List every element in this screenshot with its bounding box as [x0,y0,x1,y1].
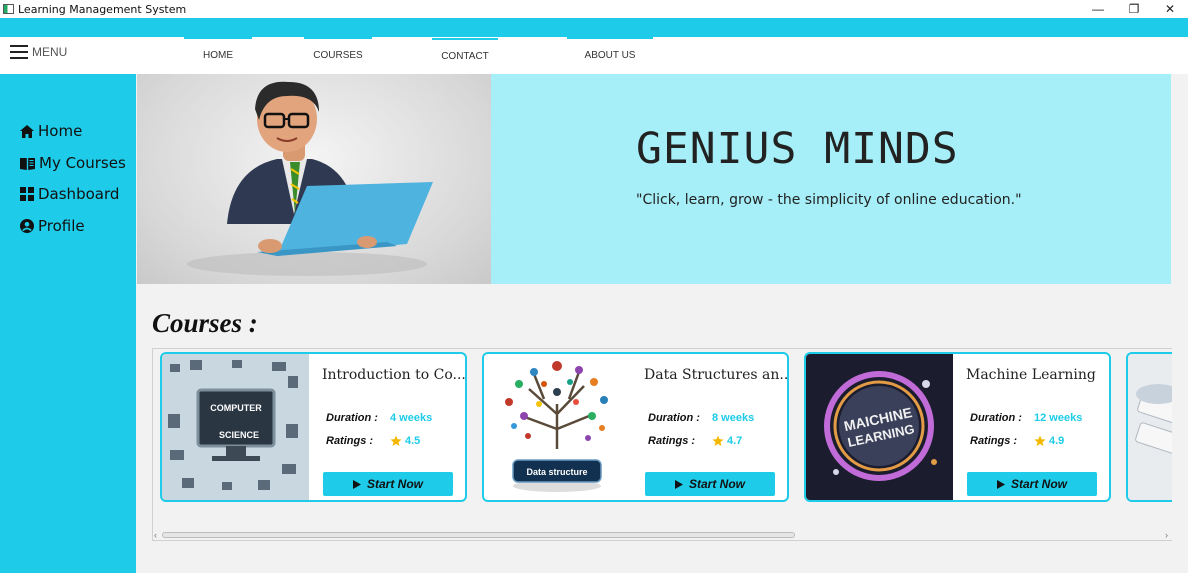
start-now-button[interactable]: Start Now [323,472,453,496]
course-card[interactable]: Data structure Data Structures an... Dur… [482,352,789,502]
sidebar-item-profile[interactable]: Profile [20,217,85,235]
hamburger-icon [10,45,28,59]
sidebar: Home My Courses Dashboard Profile [0,74,136,573]
student-laptop-illustration [187,81,433,276]
nav-home[interactable]: HOME [184,37,252,74]
duration-value: 8 weeks [712,412,755,424]
hero-tagline: "Click, learn, grow - the simplicity of … [636,192,1022,208]
course-image-machine-learning: MAICHINE LEARNING [806,354,953,500]
start-now-label: Start Now [1010,477,1067,491]
hero-banner: GENIUS MINDS "Click, learn, grow - the s… [491,74,1171,284]
play-icon [352,479,361,489]
rating-value: 4.9 [1049,435,1065,447]
star-icon [712,435,724,446]
duration-label: Duration : [326,412,378,424]
home-icon [20,124,34,138]
window-titlebar: Learning Management System — ❐ ✕ [0,0,1188,18]
nav-courses[interactable]: COURSES [304,37,372,74]
scrollbar-thumb[interactable] [162,532,795,538]
star-icon [390,435,402,446]
window-title: Learning Management System [18,2,187,16]
course-title: Data Structures an... [644,367,789,383]
book-icon [20,157,35,170]
app-icon [3,4,14,14]
header-band [0,18,1188,37]
ratings-label: Ratings : [648,435,696,447]
duration-value: 12 weeks [1034,412,1083,424]
window-controls: — ❐ ✕ [1080,0,1188,18]
course-image-text: Data structure [526,467,587,477]
top-nav: MENU HOME COURSES CONTACT ABOUT US [0,37,1188,74]
courses-heading: Courses : [152,308,258,338]
course-rating-row: Ratings : 4.7 [648,435,742,447]
rating-value: 4.7 [727,435,743,447]
sidebar-item-label: Dashboard [38,185,120,203]
course-image-computer-science: COMPUTER SCIENCE [162,354,309,500]
course-image-data-structure: Data structure [484,354,631,500]
course-duration-row: Duration : 4 weeks [326,412,432,424]
course-rating-row: Ratings : 4.5 [326,435,420,447]
start-now-label: Start Now [366,477,423,491]
start-now-button[interactable]: Start Now [645,472,775,496]
ratings-label: Ratings : [326,435,374,447]
scroll-right-icon[interactable]: › [1165,530,1168,540]
menu-button[interactable]: MENU [10,45,67,59]
duration-value: 4 weeks [390,412,433,424]
rating-value: 4.5 [405,435,421,447]
minimize-button[interactable]: — [1080,0,1116,18]
course-image-programming [1128,354,1172,500]
start-now-button[interactable]: Start Now [967,472,1097,496]
start-now-label: Start Now [688,477,745,491]
course-image-text: SCIENCE [219,430,259,440]
sidebar-item-my-courses[interactable]: My Courses [20,154,126,172]
close-button[interactable]: ✕ [1152,0,1188,18]
restore-button[interactable]: ❐ [1116,0,1152,18]
course-duration-row: Duration : 8 weeks [648,412,754,424]
nav-contact[interactable]: CONTACT [432,38,498,75]
dashboard-icon [20,187,34,201]
nav-about-us[interactable]: ABOUT US [567,37,653,74]
course-rating-row: Ratings : 4.9 [970,435,1064,447]
menu-label: MENU [32,45,68,59]
play-icon [996,479,1005,489]
sidebar-item-label: Home [38,122,83,140]
sidebar-item-dashboard[interactable]: Dashboard [20,185,119,203]
courses-scroll-area[interactable]: COMPUTER SCIENCE Introduction to Co... D… [152,348,1172,541]
hero-illustration [137,74,491,284]
course-image-text: COMPUTER [210,403,262,413]
star-icon [1034,435,1046,446]
duration-label: Duration : [970,412,1022,424]
hero-title: GENIUS MINDS [636,124,959,174]
course-duration-row: Duration : 12 weeks [970,412,1082,424]
ratings-label: Ratings : [970,435,1018,447]
user-icon [20,219,34,233]
course-card[interactable]: MAICHINE LEARNING Machine Learning Durat… [804,352,1111,502]
course-title: Machine Learning [966,367,1096,383]
course-title: Introduction to Co... [322,367,466,383]
sidebar-item-home[interactable]: Home [20,122,82,140]
course-card-partial[interactable] [1126,352,1172,502]
sidebar-item-label: Profile [38,217,85,235]
sidebar-item-label: My Courses [39,154,126,172]
duration-label: Duration : [648,412,700,424]
scroll-left-icon[interactable]: ‹ [154,530,157,540]
course-card[interactable]: COMPUTER SCIENCE Introduction to Co... D… [160,352,467,502]
play-icon [674,479,683,489]
horizontal-scrollbar[interactable]: ‹ › [153,530,1172,540]
